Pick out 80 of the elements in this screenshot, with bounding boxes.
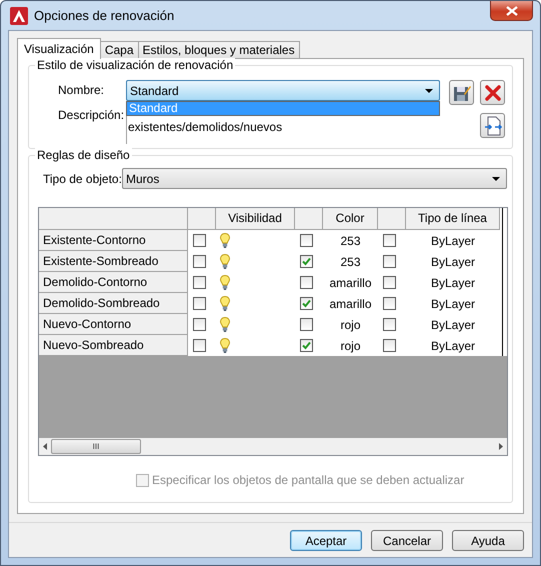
checkbox[interactable] (193, 318, 206, 331)
column-header: Visibilidad (216, 208, 295, 230)
field-label: Tipo de objeto: (42, 171, 122, 186)
group-title: Reglas de diseño (35, 148, 132, 162)
table-cell-text: ByLayer (430, 254, 476, 270)
checkbox[interactable] (300, 297, 313, 310)
document-arrows-icon (484, 116, 502, 136)
lightbulb-icon (220, 254, 230, 269)
group-title: Estilo de visualización de renovación (35, 58, 236, 72)
checkbox[interactable] (300, 318, 313, 331)
table-cell-text: ByLayer (430, 232, 476, 250)
lightbulb-icon (220, 296, 230, 311)
table-cell-text: 253 (339, 254, 362, 270)
field-label: Descripción: (58, 108, 126, 122)
table-cell-text: rojo (339, 338, 362, 354)
table-cell-text: 253 (339, 232, 362, 250)
floppy-pencil-icon (452, 84, 470, 102)
checkbox[interactable] (193, 234, 206, 247)
row-header: Existente-Sombreado (39, 251, 188, 272)
checkbox[interactable] (383, 318, 396, 331)
import-style-button[interactable] (480, 113, 505, 138)
table-cell-text: ByLayer (430, 316, 476, 334)
horizontal-scrollbar[interactable]: III (39, 438, 507, 455)
dropdown-arrow-icon (425, 88, 433, 92)
lightbulb-icon (220, 338, 230, 353)
tab[interactable]: Estilos, bloques y materiales (138, 41, 300, 58)
table-cell-text: ByLayer (430, 274, 476, 292)
header-cell (188, 208, 216, 230)
header-cell (378, 208, 406, 230)
checkbox[interactable] (383, 255, 396, 268)
name-dropdown[interactable]: Standard (126, 80, 440, 101)
checkbox[interactable] (193, 297, 206, 310)
save-style-button[interactable] (449, 80, 474, 105)
window-title: Opciones de renovación (34, 8, 174, 23)
close-icon (506, 6, 518, 16)
table-cell-text: rojo (339, 316, 362, 334)
checkbox-label: Especificar los objetos de pantalla que se deben actualizar (152, 473, 464, 487)
dropdown-arrow-icon (492, 176, 500, 180)
lightbulb-icon (220, 317, 230, 332)
tab[interactable]: Visualización (17, 38, 101, 59)
lightbulb-icon (220, 233, 230, 248)
tab[interactable]: Capa (100, 41, 139, 58)
table-cell-text: ByLayer (430, 296, 476, 312)
close-button[interactable] (490, 1, 533, 21)
table-cell-text: amarillo (328, 274, 372, 292)
delete-style-button[interactable] (480, 80, 505, 105)
checkbox[interactable] (383, 234, 396, 247)
dropdown-value: Muros (126, 172, 160, 186)
checkbox[interactable] (193, 339, 206, 352)
checkbox[interactable] (300, 234, 313, 247)
checkbox[interactable] (383, 339, 396, 352)
row-header: Demolido-Contorno (39, 272, 188, 293)
row-header: Nuevo-Sombreado (39, 335, 188, 356)
checkbox[interactable] (300, 255, 313, 268)
header-cell (295, 208, 323, 230)
dialog-button[interactable]: Cancelar (371, 530, 443, 551)
object-type-dropdown[interactable]: Muros (122, 168, 507, 189)
checkbox[interactable] (300, 276, 313, 289)
checkbox[interactable] (383, 276, 396, 289)
x-icon (484, 84, 500, 100)
table-cell-text: ByLayer (430, 338, 476, 354)
app-logo-icon (10, 6, 28, 24)
checkbox[interactable] (383, 297, 396, 310)
scroll-left-icon (43, 443, 47, 450)
checkbox[interactable] (193, 255, 206, 268)
scroll-right-icon (499, 443, 503, 450)
lightbulb-icon (220, 275, 230, 290)
table-cell-text: amarillo (328, 296, 372, 312)
scrollbar-thumb[interactable]: III (51, 439, 141, 454)
dialog-button[interactable]: Ayuda (452, 530, 524, 551)
row-header: Existente-Contorno (39, 230, 188, 251)
checkbox[interactable] (193, 276, 206, 289)
field-label: Nombre: (58, 82, 106, 97)
dialog-button[interactable]: Aceptar (290, 530, 362, 551)
dropdown-value: Standard (130, 84, 180, 98)
column-header: Color (323, 208, 378, 230)
checkbox[interactable] (300, 339, 313, 352)
row-header: Demolido-Sombreado (39, 293, 188, 314)
column-header: Tipo de línea (406, 208, 500, 230)
row-header: Nuevo-Contorno (39, 314, 188, 335)
